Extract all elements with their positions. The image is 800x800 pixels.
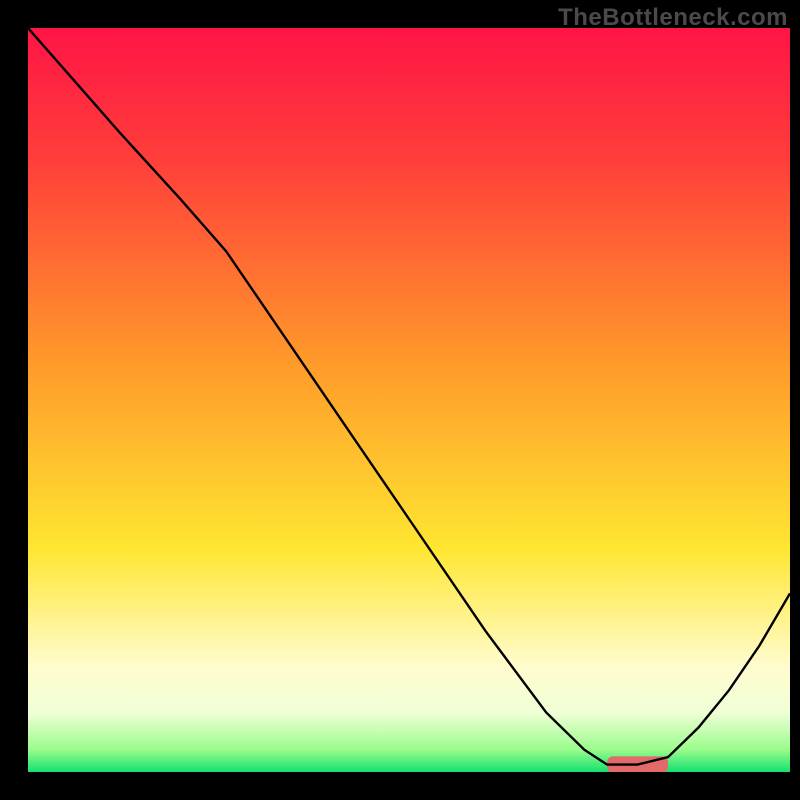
gradient-background — [28, 28, 790, 772]
chart-svg — [28, 28, 790, 772]
chart-frame: TheBottleneck.com — [0, 0, 800, 800]
plot-area — [28, 28, 790, 772]
